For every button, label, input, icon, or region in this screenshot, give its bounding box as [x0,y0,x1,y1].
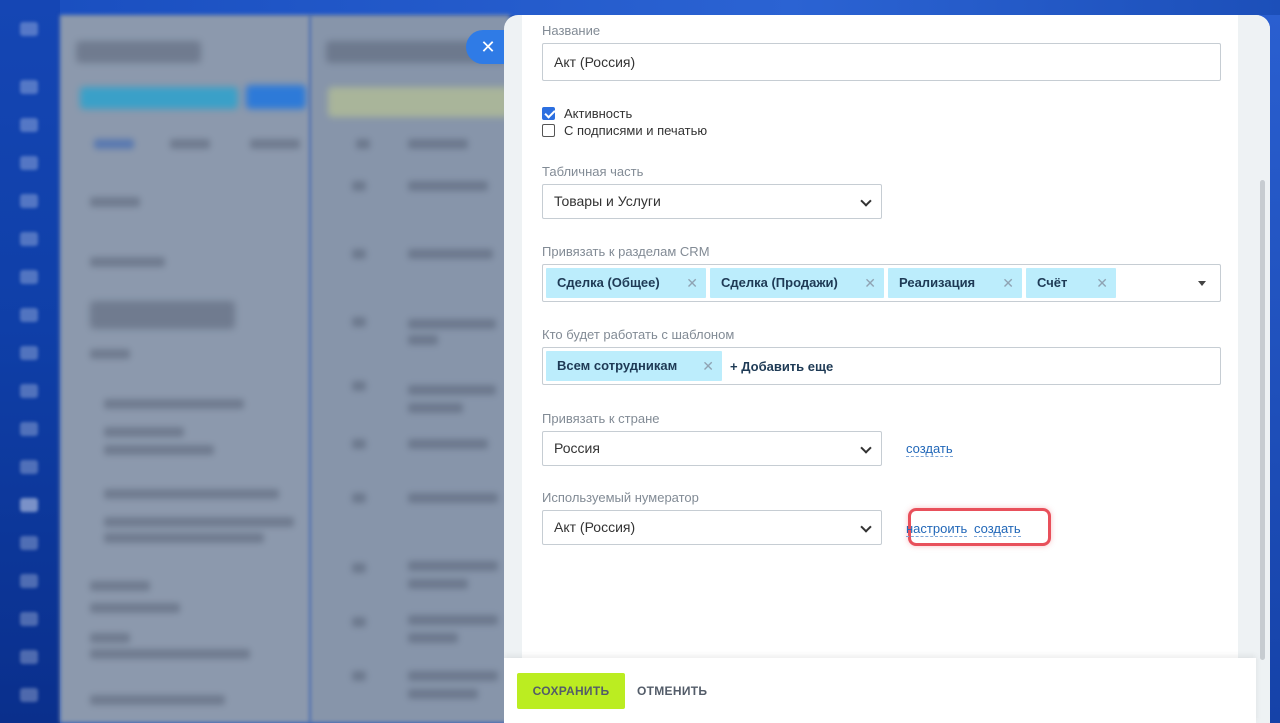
rail-icon [20,612,38,626]
dropdown-caret-icon[interactable] [1198,281,1206,286]
slider-footer: СОХРАНИТЬ ОТМЕНИТЬ [504,658,1256,723]
crm-sections-label: Привязать к разделам CRM [542,244,710,259]
background-panel-list [310,15,510,723]
scrollbar-thumb[interactable] [1260,180,1265,660]
chevron-down-icon [860,442,872,454]
country-create-link[interactable]: создать [906,441,953,457]
table-part-select[interactable]: Товары и Услуги [542,184,882,219]
rail-icon [20,232,38,246]
rail-icon [20,346,38,360]
rail-icon [20,118,38,132]
active-checkbox-label: Активность [564,105,633,121]
rail-icon [20,650,38,664]
numerator-create-link[interactable]: создать [974,521,1021,537]
rail-icon [20,536,38,550]
rail-icon-active [20,498,38,512]
chevron-down-icon [860,195,872,207]
background-top-strip [60,0,1280,15]
close-icon: ✕ [480,37,496,57]
rail-icon [20,384,38,398]
remove-tag-icon[interactable]: ✕ [864,268,876,298]
user-tag: Всем сотрудникам ✕ [546,351,722,381]
remove-tag-icon[interactable]: ✕ [702,351,714,381]
crm-tag-label: Реализация [899,275,976,290]
crm-tag-label: Сделка (Продажи) [721,275,838,290]
signatures-checkbox-row[interactable]: С подписями и печатью [542,122,707,138]
crm-tag: Счёт ✕ [1026,268,1116,298]
active-checkbox[interactable] [542,106,555,120]
form-card: Название Акт (Россия) Активность С подпи… [522,15,1238,660]
remove-tag-icon[interactable]: ✕ [1096,268,1108,298]
crm-tag: Реализация ✕ [888,268,1022,298]
numerator-configure-link[interactable]: настроить [906,521,968,537]
rail-icon [20,194,38,208]
crm-tag: Сделка (Продажи) ✕ [710,268,884,298]
country-value: Россия [554,440,600,456]
background-left-rail [0,0,60,723]
rail-icon [20,688,38,702]
rail-icon [20,422,38,436]
table-part-label: Табличная часть [542,164,644,179]
country-label: Привязать к стране [542,411,660,426]
rail-icon [20,80,38,94]
rail-icon [20,270,38,284]
save-button[interactable]: СОХРАНИТЬ [517,673,625,709]
crm-sections-field[interactable]: Сделка (Общее) ✕ Сделка (Продажи) ✕ Реал… [542,264,1221,302]
user-tag-label: Всем сотрудникам [557,358,678,373]
background-panel-left [60,15,310,723]
rail-icon [20,308,38,322]
crm-tag-label: Сделка (Общее) [557,275,660,290]
rail-menu-icon [20,22,38,36]
cancel-button[interactable]: ОТМЕНИТЬ [637,673,707,709]
add-more-link[interactable]: + Добавить еще [730,359,833,374]
rail-icon [20,156,38,170]
signatures-checkbox-label: С подписями и печатью [564,122,708,138]
rail-icon [20,460,38,474]
numerator-value: Акт (Россия) [554,519,636,535]
crm-tag-label: Счёт [1037,275,1068,290]
remove-tag-icon[interactable]: ✕ [686,268,698,298]
template-settings-slider: Название Акт (Россия) Активность С подпи… [504,15,1270,723]
numerator-label: Используемый нумератор [542,490,699,505]
rail-icon [20,574,38,588]
close-slider-button[interactable]: ✕ [466,30,506,64]
active-checkbox-row[interactable]: Активность [542,105,632,121]
name-input[interactable]: Акт (Россия) [542,43,1221,81]
numerator-select[interactable]: Акт (Россия) [542,510,882,545]
signatures-checkbox[interactable] [542,123,555,137]
remove-tag-icon[interactable]: ✕ [1002,268,1014,298]
users-field[interactable]: Всем сотрудникам ✕ + Добавить еще [542,347,1221,385]
name-label: Название [542,23,601,38]
table-part-value: Товары и Услуги [554,193,661,209]
users-label: Кто будет работать с шаблоном [542,327,735,342]
crm-tag: Сделка (Общее) ✕ [546,268,706,298]
chevron-down-icon [860,521,872,533]
country-select[interactable]: Россия [542,431,882,466]
